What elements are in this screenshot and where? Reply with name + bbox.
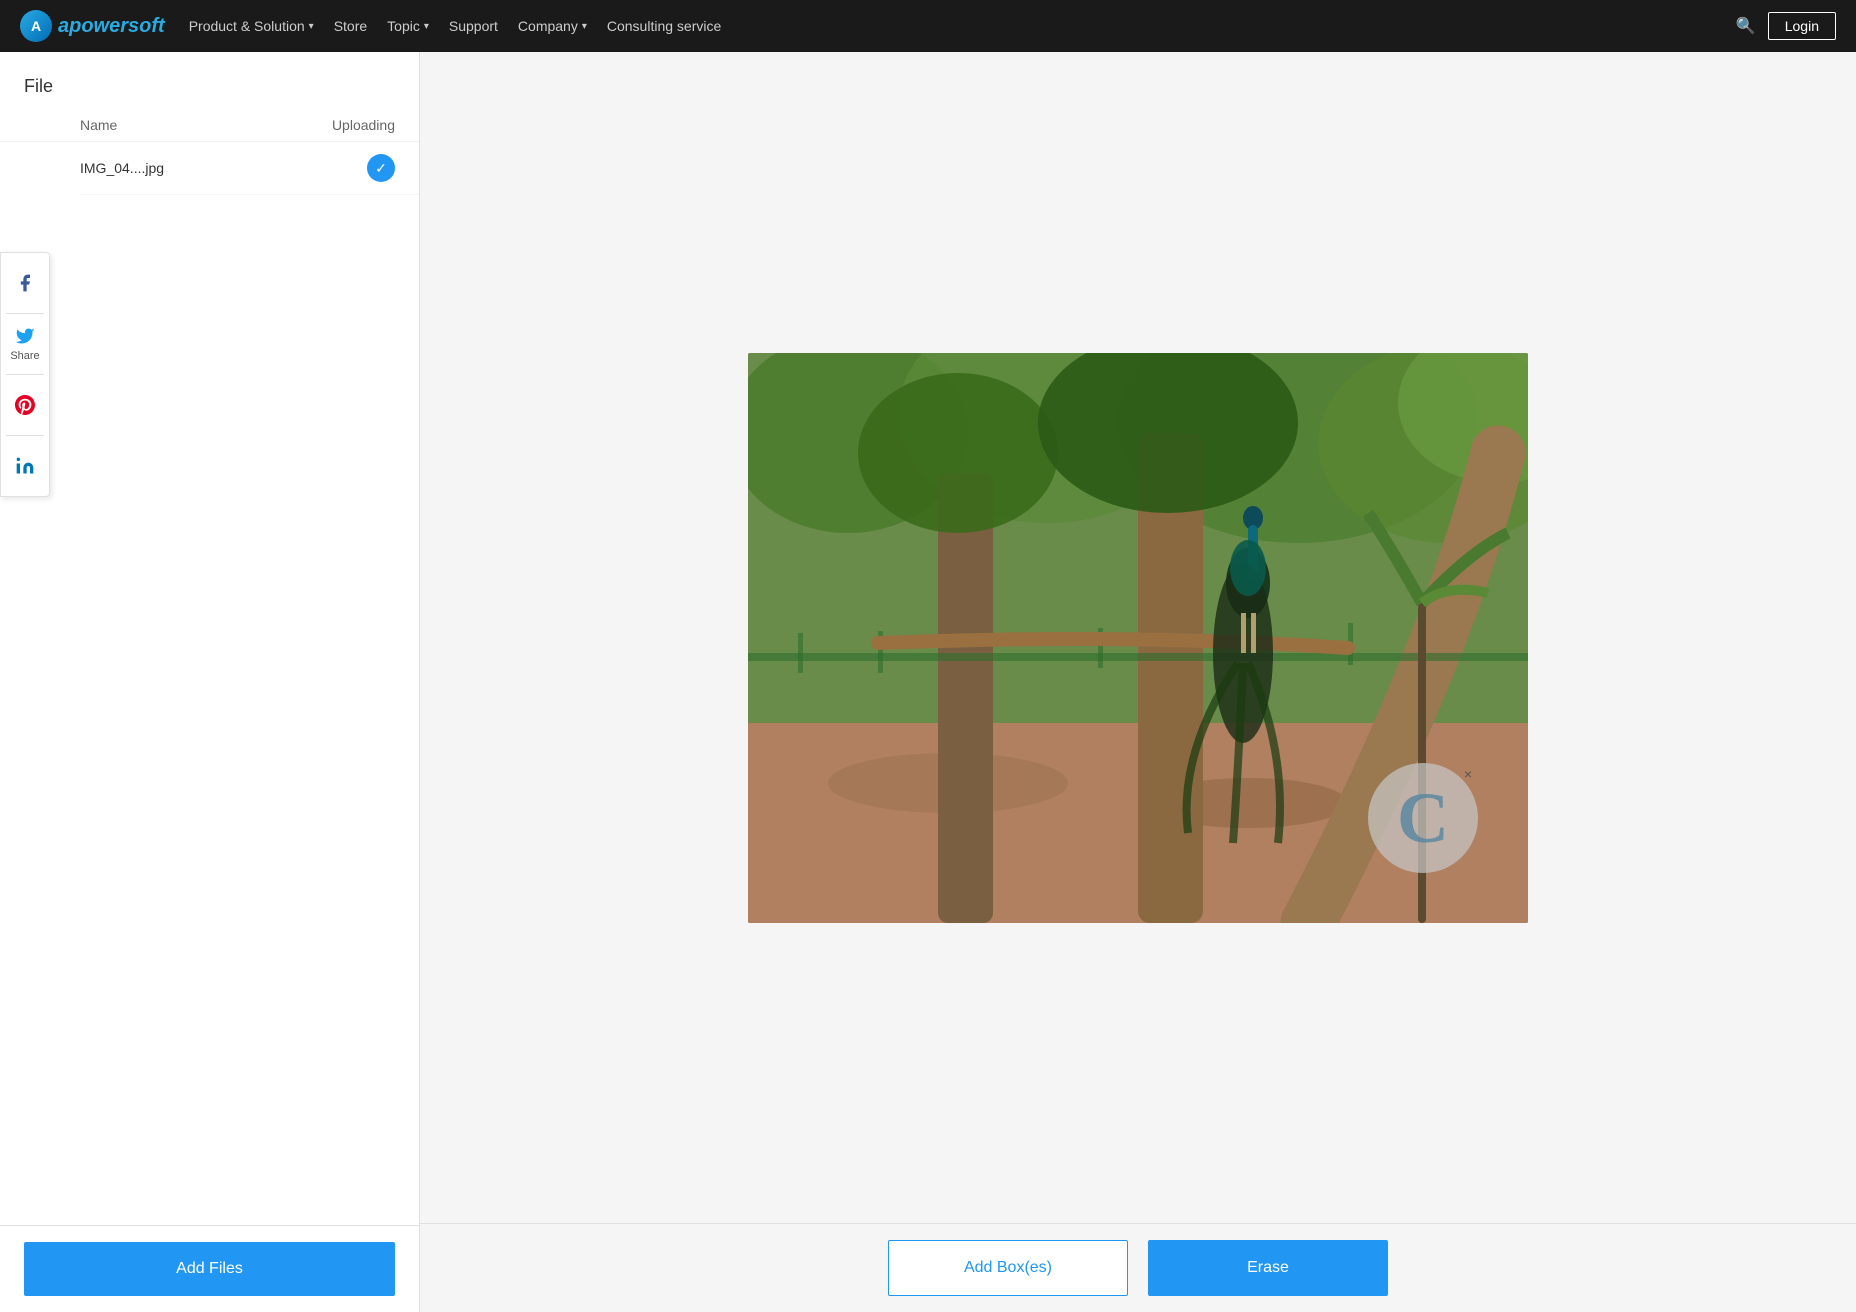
action-bar: Add Box(es) Erase xyxy=(420,1223,1856,1312)
nav-item-product[interactable]: Product & Solution ▾ xyxy=(189,18,314,34)
add-boxes-button[interactable]: Add Box(es) xyxy=(888,1240,1128,1296)
file-list: IMG_04....jpg ✓ xyxy=(0,142,419,1225)
social-share-panel: Share xyxy=(0,252,50,497)
facebook-icon[interactable] xyxy=(1,261,49,305)
watermark-letter: C xyxy=(1397,782,1449,854)
chevron-down-icon: ▾ xyxy=(424,21,429,32)
logo-icon: A xyxy=(20,10,52,42)
pinterest-icon[interactable] xyxy=(1,383,49,427)
main-content: × C Add Box(es) Erase xyxy=(420,52,1856,1312)
linkedin-icon[interactable] xyxy=(1,444,49,488)
divider xyxy=(6,374,44,375)
watermark-close-icon[interactable]: × xyxy=(1464,767,1472,781)
logo[interactable]: A apowersoft xyxy=(20,10,165,42)
divider xyxy=(6,313,44,314)
search-icon[interactable]: 🔍 xyxy=(1736,16,1756,36)
file-list-header: Name Uploading xyxy=(0,109,419,142)
add-files-button[interactable]: Add Files xyxy=(24,1242,395,1296)
image-area: × C xyxy=(420,52,1856,1223)
erase-button[interactable]: Erase xyxy=(1148,1240,1388,1296)
nav-right: 🔍 Login xyxy=(1736,12,1836,40)
chevron-down-icon: ▾ xyxy=(582,21,587,32)
nav-item-store[interactable]: Store xyxy=(334,18,367,34)
chevron-down-icon: ▾ xyxy=(309,21,314,32)
main-layout: Share File Name Uploading IMG_04....jpg … xyxy=(0,52,1856,1312)
nav-item-consulting[interactable]: Consulting service xyxy=(607,18,721,34)
divider xyxy=(6,435,44,436)
login-button[interactable]: Login xyxy=(1768,12,1836,40)
upload-check-icon: ✓ xyxy=(367,154,395,182)
col-uploading: Uploading xyxy=(332,117,395,133)
sidebar-title: File xyxy=(0,52,419,109)
nav-items: Product & Solution ▾ Store Topic ▾ Suppo… xyxy=(189,18,1712,34)
logo-text: apowersoft xyxy=(58,15,165,38)
watermark-circle: × C xyxy=(1368,763,1478,873)
navbar: A apowersoft Product & Solution ▾ Store … xyxy=(0,0,1856,52)
col-name: Name xyxy=(80,117,117,133)
main-image: × C xyxy=(748,353,1528,923)
nav-item-support[interactable]: Support xyxy=(449,18,498,34)
sidebar: Share File Name Uploading IMG_04....jpg … xyxy=(0,52,420,1312)
sidebar-footer: Add Files xyxy=(0,1225,419,1312)
file-item: IMG_04....jpg ✓ xyxy=(80,142,419,195)
nav-item-company[interactable]: Company ▾ xyxy=(518,18,587,34)
watermark: × C xyxy=(1368,763,1478,873)
twitter-icon[interactable]: Share xyxy=(1,322,49,366)
nav-item-topic[interactable]: Topic ▾ xyxy=(387,18,429,34)
file-name: IMG_04....jpg xyxy=(80,160,164,176)
share-label: Share xyxy=(10,350,39,362)
image-wrapper: × C xyxy=(748,353,1528,923)
